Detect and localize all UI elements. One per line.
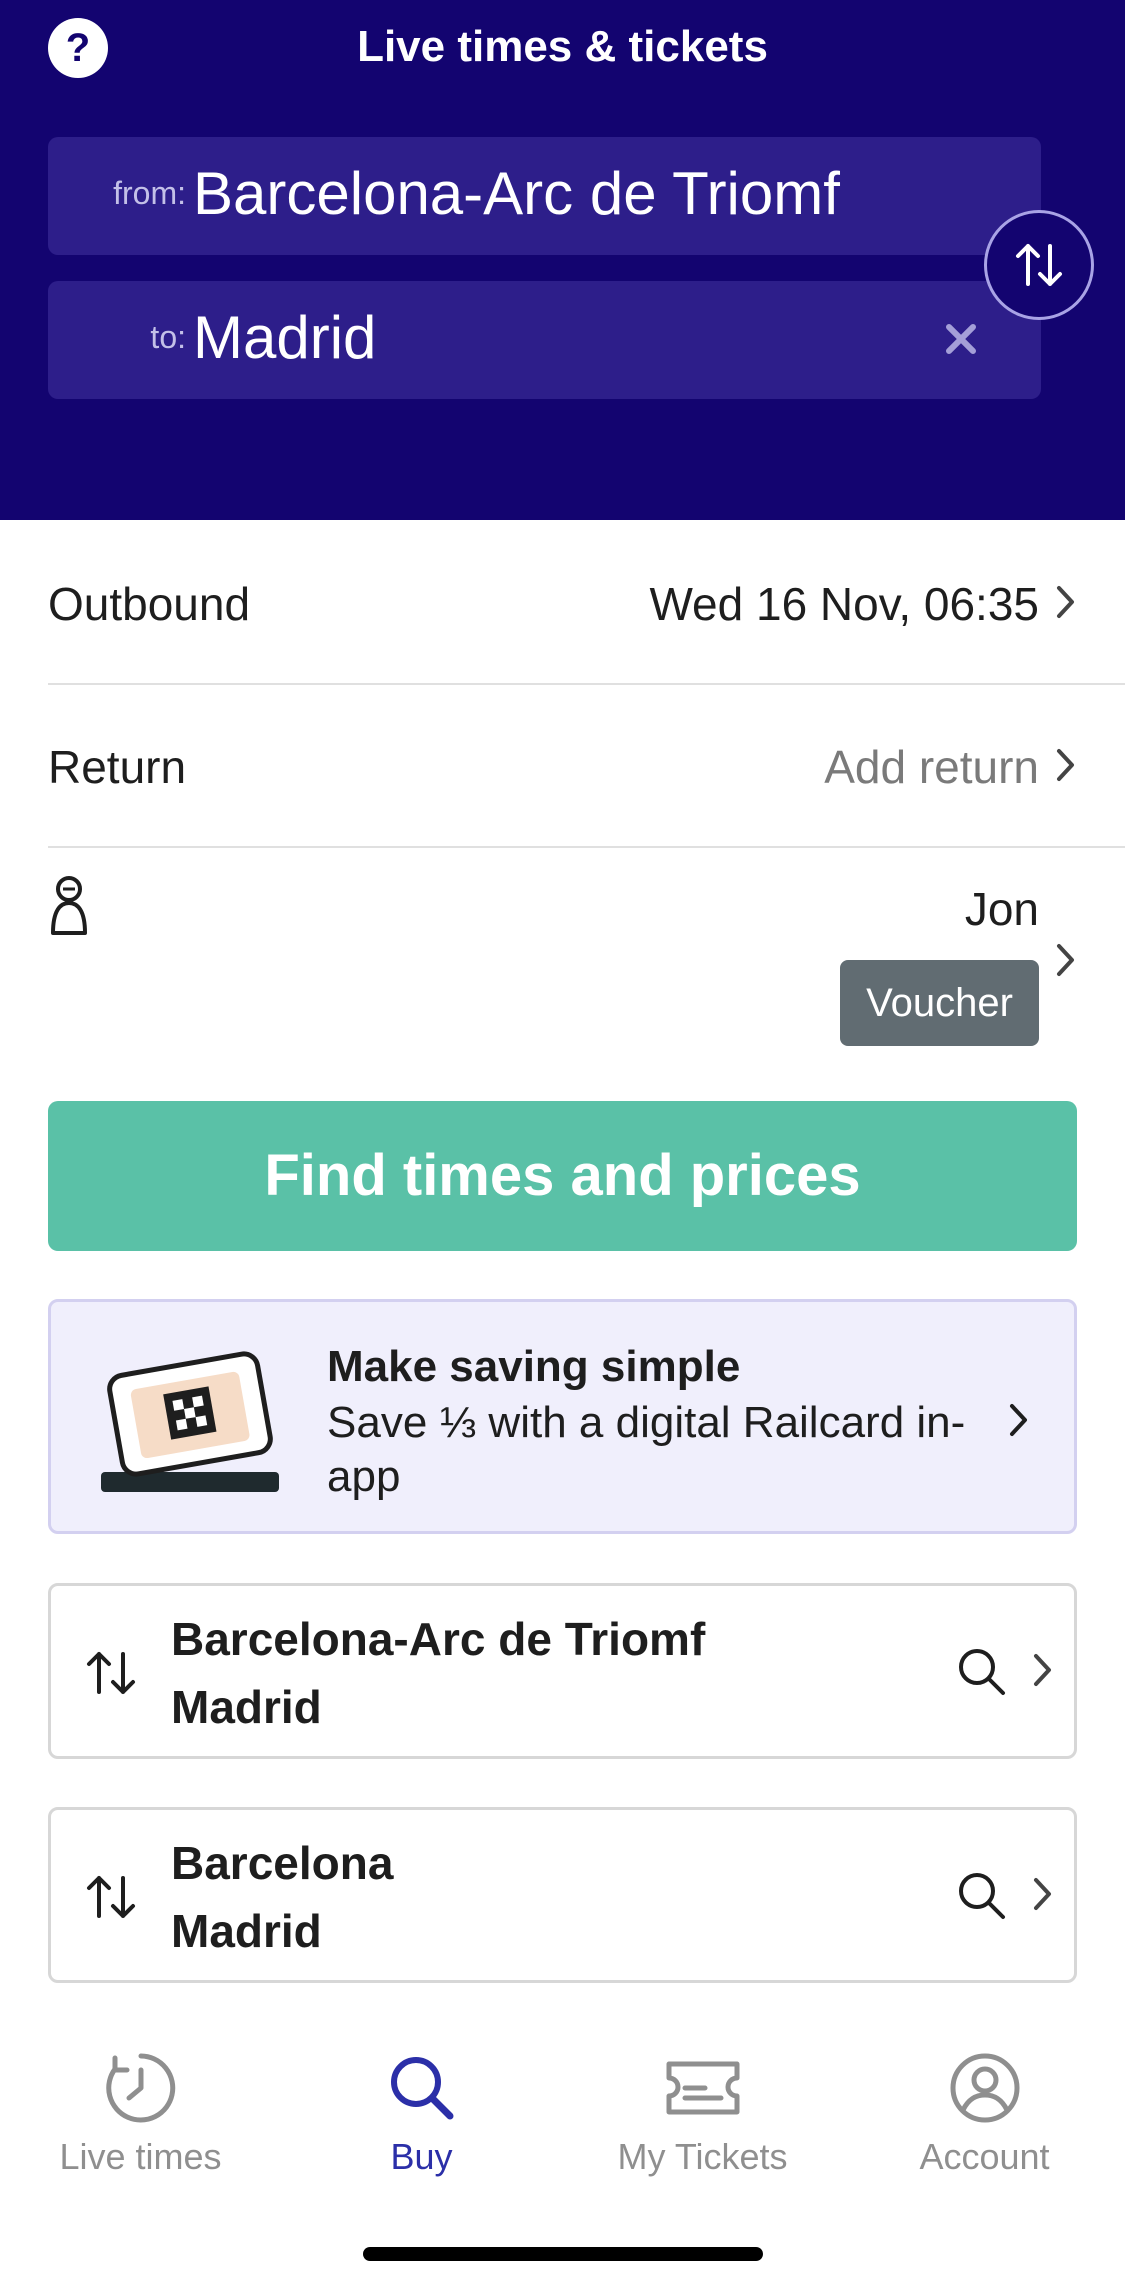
chevron-right-icon [1034,1654,1051,1686]
tab-my-tickets[interactable]: My Tickets [562,2050,843,2178]
to-label: to: [150,319,186,355]
home-indicator [363,2247,763,2261]
railcard-illustration-icon [101,1351,279,1492]
to-station-value: Madrid [193,304,377,371]
promo-title: Make saving simple [327,1342,741,1391]
passenger-name: Jon [964,883,1039,935]
promo-body: Save ⅓ with a digital Railcard in-app [327,1398,966,1501]
return-label: Return [48,741,187,793]
ticket-icon [666,2061,739,2115]
tab-label: Buy [390,2136,453,2177]
search-icon [959,1873,1005,1919]
return-row[interactable]: Return Add return [48,683,1125,848]
account-icon [950,2053,1019,2123]
from-label: from: [113,175,186,211]
chevron-right-icon [1057,944,1074,976]
recent-search-to: Madrid [171,1905,322,1957]
swap-stations-button[interactable] [984,210,1094,320]
to-station-field[interactable]: to: Madrid [48,281,1041,399]
search-icon [390,2057,453,2120]
page-title: Live times & tickets [357,22,768,71]
voucher-badge: Voucher [840,960,1039,1046]
passenger-row[interactable]: Jon Voucher [48,850,1125,1050]
tab-live-times[interactable]: Live times [0,2050,281,2178]
railcard-promo-card[interactable]: Make saving simple Save ⅓ with a digital… [48,1299,1077,1534]
recent-search-from: Barcelona [171,1837,394,1889]
find-times-button[interactable]: Find times and prices [48,1101,1077,1251]
recent-search-item[interactable]: Barcelona-Arc de Triomf Madrid [48,1583,1077,1759]
from-station-value: Barcelona-Arc de Triomf [193,160,840,227]
chevron-right-icon [1057,586,1074,618]
tab-label: Live times [59,2136,222,2177]
recent-search-to: Madrid [171,1681,322,1733]
outbound-datetime: Wed 16 Nov, 06:35 [649,578,1039,630]
chevron-right-icon [1057,749,1074,781]
bottom-tab-bar: Live times Buy My Tickets Account [0,2020,1125,2284]
clear-icon[interactable] [941,319,981,359]
outbound-row[interactable]: Outbound Wed 16 Nov, 06:35 [48,520,1125,685]
tab-account[interactable]: Account [844,2050,1125,2178]
add-return-link: Add return [824,741,1039,793]
recent-search-from: Barcelona-Arc de Triomf [171,1613,706,1665]
recent-search-item[interactable]: Barcelona Madrid [48,1807,1077,1983]
person-icon [51,876,87,935]
search-icon [959,1649,1005,1695]
tab-label: Account [919,2136,1050,2177]
search-header: ? Live times & tickets from: Barcelona-A… [0,0,1125,520]
chevron-right-icon [1010,1404,1027,1436]
swap-icon [1016,244,1062,286]
clock-icon [105,2053,175,2123]
swap-icon [87,1876,135,1918]
tab-label: My Tickets [617,2136,788,2177]
swap-icon [87,1652,135,1694]
tab-buy[interactable]: Buy [281,2050,562,2178]
from-station-field[interactable]: from: Barcelona-Arc de Triomf [48,137,1041,255]
outbound-label: Outbound [48,578,251,630]
chevron-right-icon [1034,1878,1051,1910]
